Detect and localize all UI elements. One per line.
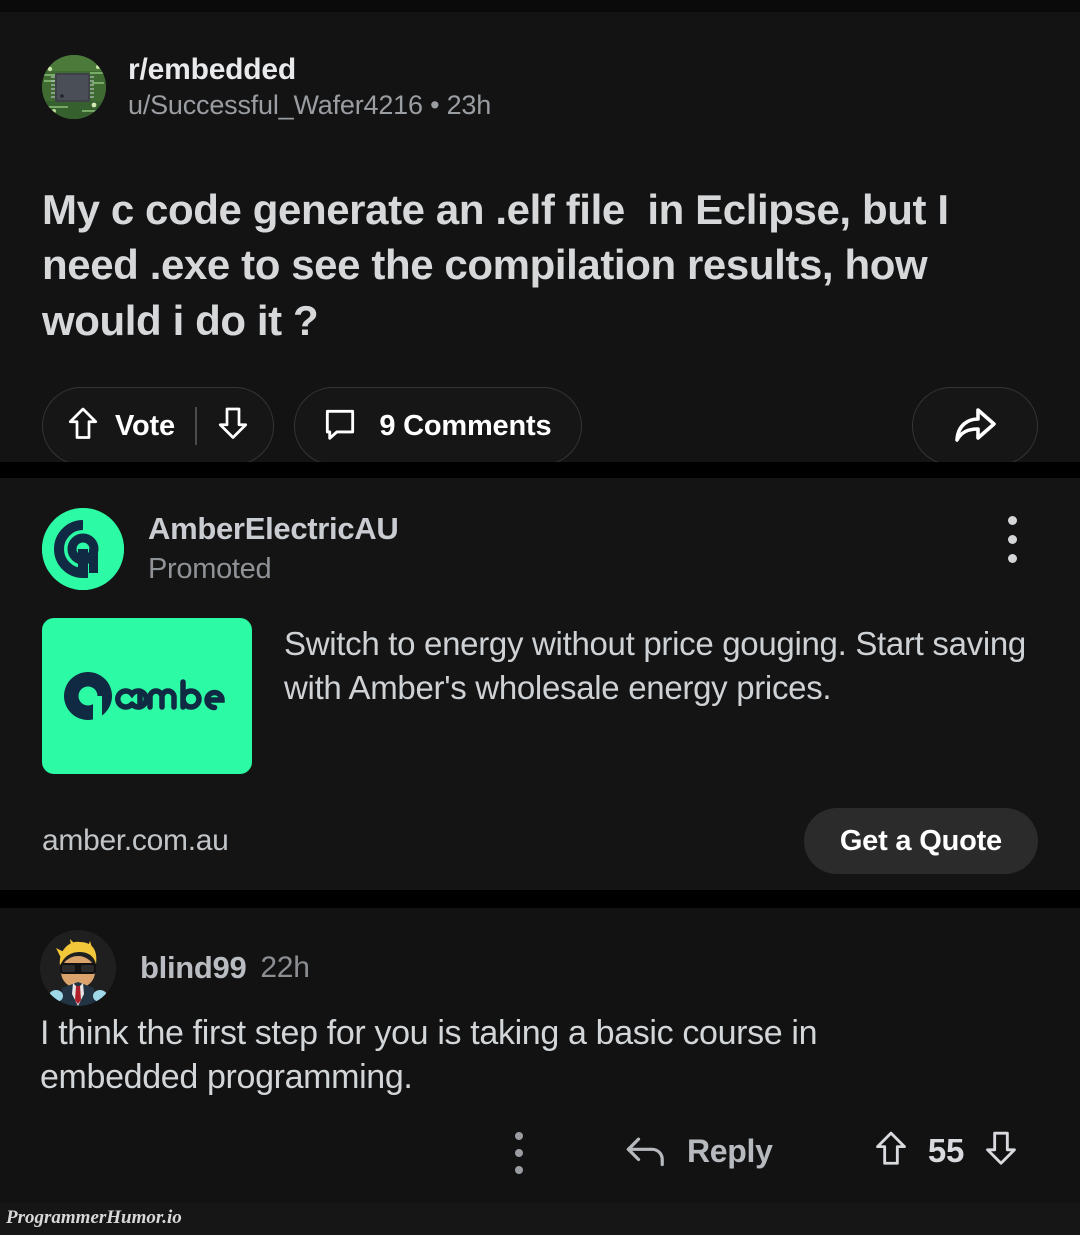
post-card: r/embedded u/Successful_Wafer4216 • 23h … xyxy=(0,12,1080,465)
subreddit-name[interactable]: r/embedded xyxy=(128,52,491,87)
comment-kebab-menu[interactable] xyxy=(515,1132,523,1174)
kebab-dot xyxy=(1008,535,1017,544)
ad-copy-text[interactable]: Switch to energy without price gouging. … xyxy=(284,618,1038,774)
amber-wordmark-icon xyxy=(64,672,225,720)
comment-card: blind99 22h I think the first step for y… xyxy=(0,908,1080,1213)
kebab-dot xyxy=(515,1166,523,1174)
ad-body: Switch to energy without price gouging. … xyxy=(42,618,1038,774)
ad-cta-button[interactable]: Get a Quote xyxy=(803,808,1038,874)
comment-bubble-icon xyxy=(321,405,359,448)
kebab-dot xyxy=(1008,554,1017,563)
commenter-username[interactable]: blind99 xyxy=(140,950,247,986)
promoted-label: Promoted xyxy=(148,552,272,585)
ad-kebab-menu[interactable] xyxy=(1008,516,1018,563)
comments-pill[interactable]: 9 Comments xyxy=(294,387,583,465)
reply-label: Reply xyxy=(687,1132,773,1169)
comment-score: 55 xyxy=(927,1132,964,1169)
subreddit-avatar[interactable] xyxy=(42,54,106,119)
advertiser-name[interactable]: AmberElectricAU xyxy=(148,511,399,548)
post-title[interactable]: My c code generate an .elf file in Eclip… xyxy=(42,182,1027,348)
share-button[interactable] xyxy=(912,387,1038,465)
kebab-dot xyxy=(515,1132,523,1140)
reply-button[interactable]: Reply xyxy=(625,1120,773,1182)
upvote-icon[interactable] xyxy=(65,404,101,449)
comment-vote-group: 55 xyxy=(872,1120,1020,1182)
post-ad-divider xyxy=(0,462,1080,478)
circuit-board-icon xyxy=(42,54,106,119)
comment-body: I think the first step for you is taking… xyxy=(40,1014,818,1096)
vote-label[interactable]: Vote xyxy=(115,410,175,443)
reply-arrow-icon xyxy=(626,1137,664,1167)
comment-action-bar: Reply 55 xyxy=(40,1120,1040,1182)
comment-timestamp: 22h xyxy=(260,951,310,984)
amber-logo-icon xyxy=(42,508,124,590)
vote-pill: Vote xyxy=(42,387,274,465)
post-header: r/embedded u/Successful_Wafer4216 • 23h xyxy=(42,52,491,122)
top-strip xyxy=(0,0,1080,12)
ad-footer: amber.com.au Get a Quote xyxy=(42,808,1038,874)
comment-downvote-icon[interactable] xyxy=(982,1128,1020,1175)
ad-header: AmberElectricAU Promoted xyxy=(42,508,399,590)
ad-header-text: AmberElectricAU Promoted xyxy=(148,511,399,586)
advertiser-avatar[interactable] xyxy=(42,508,124,590)
promoted-ad-card[interactable]: AmberElectricAU Promoted Switch to energ… xyxy=(0,478,1080,890)
watermark: ProgrammerHumor.io xyxy=(6,1207,182,1228)
kebab-dot xyxy=(515,1149,523,1157)
post-header-text: r/embedded u/Successful_Wafer4216 • 23h xyxy=(128,52,491,122)
post-action-bar: Vote 9 Comments xyxy=(42,387,1038,465)
share-arrow-icon xyxy=(955,408,996,442)
screenshot-root: r/embedded u/Successful_Wafer4216 • 23h … xyxy=(0,0,1080,1235)
post-author-and-time[interactable]: u/Successful_Wafer4216 • 23h xyxy=(128,89,491,121)
ad-thumbnail[interactable] xyxy=(42,618,252,774)
ad-comment-divider xyxy=(0,890,1080,908)
comments-count-label: 9 Comments xyxy=(379,409,552,442)
downvote-icon[interactable] xyxy=(215,404,251,449)
comment-header: blind99 22h xyxy=(40,930,310,1006)
commenter-avatar[interactable] xyxy=(40,930,116,1006)
comment-upvote-icon[interactable] xyxy=(872,1128,910,1175)
user-avatar-icon xyxy=(40,930,116,1006)
kebab-dot xyxy=(1008,516,1017,525)
vote-divider xyxy=(194,407,197,445)
